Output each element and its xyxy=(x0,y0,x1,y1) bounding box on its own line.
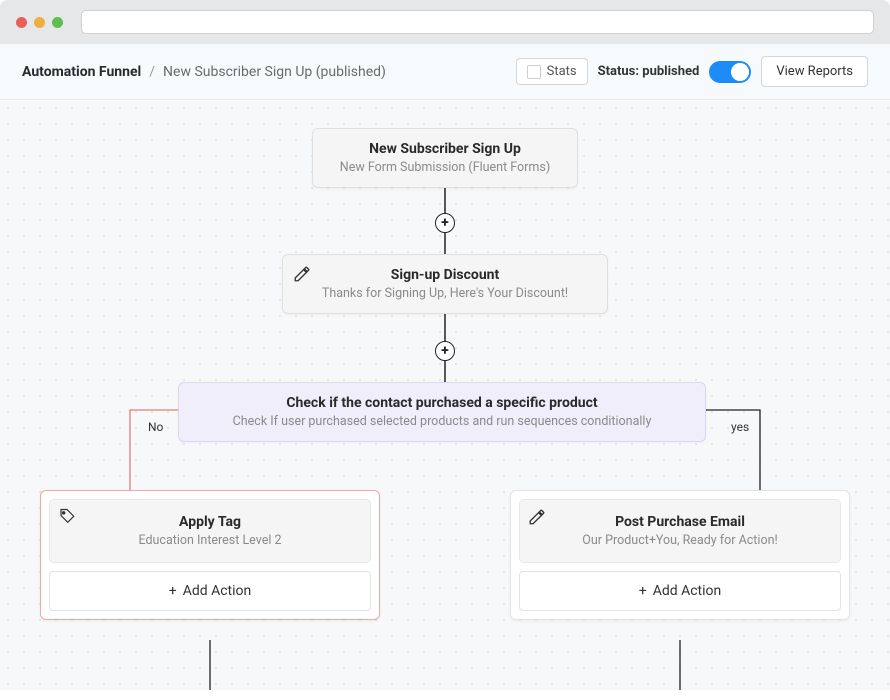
breadcrumb-root[interactable]: Automation Funnel xyxy=(22,64,141,80)
branch-label-yes: yes xyxy=(731,420,749,434)
stats-toggle[interactable]: Stats xyxy=(516,58,588,85)
breadcrumb: Automation Funnel / New Subscriber Sign … xyxy=(22,64,386,80)
email-title: Sign-up Discount xyxy=(301,267,589,283)
tag-icon xyxy=(58,508,76,530)
trigger-node[interactable]: New Subscriber Sign Up New Form Submissi… xyxy=(312,128,578,188)
email-subtitle: Thanks for Signing Up, Here's Your Disco… xyxy=(301,286,589,301)
publish-toggle[interactable] xyxy=(709,61,751,83)
add-step-button-2[interactable]: + xyxy=(435,341,455,361)
maximize-window-icon[interactable] xyxy=(52,17,63,28)
view-reports-button[interactable]: View Reports xyxy=(761,56,868,87)
plus-icon: + xyxy=(639,583,647,599)
condition-subtitle: Check If user purchased selected product… xyxy=(197,414,687,429)
edit-email-icon xyxy=(528,508,546,530)
add-step-button-1[interactable]: + xyxy=(435,213,455,233)
trigger-title: New Subscriber Sign Up xyxy=(331,141,559,157)
post-purchase-email-node[interactable]: Post Purchase Email Our Product+You, Rea… xyxy=(519,499,841,563)
breadcrumb-current: New Subscriber Sign Up (published) xyxy=(163,64,386,80)
close-window-icon[interactable] xyxy=(16,17,27,28)
no-branch-container: Apply Tag Education Interest Level 2 + A… xyxy=(40,490,380,620)
stats-checkbox-icon[interactable] xyxy=(527,65,541,79)
toggle-knob-icon xyxy=(731,63,749,81)
status-label: Status: published xyxy=(598,64,700,79)
add-action-button-right[interactable]: + Add Action xyxy=(519,571,841,611)
apply-tag-subtitle: Education Interest Level 2 xyxy=(64,533,356,548)
condition-title: Check if the contact purchased a specifi… xyxy=(197,395,687,411)
condition-node[interactable]: Check if the contact purchased a specifi… xyxy=(178,382,706,442)
apply-tag-title: Apply Tag xyxy=(64,514,356,530)
page-header: Automation Funnel / New Subscriber Sign … xyxy=(0,44,890,100)
breadcrumb-separator: / xyxy=(149,64,155,80)
yes-branch-container: Post Purchase Email Our Product+You, Rea… xyxy=(510,490,850,620)
trigger-subtitle: New Form Submission (Fluent Forms) xyxy=(331,160,559,175)
edit-email-icon xyxy=(293,265,311,287)
window-controls xyxy=(16,17,63,28)
post-purchase-title: Post Purchase Email xyxy=(534,514,826,530)
plus-icon: + xyxy=(169,583,177,599)
header-actions: Stats Status: published View Reports xyxy=(516,56,868,87)
flow-canvas[interactable]: New Subscriber Sign Up New Form Submissi… xyxy=(0,100,890,690)
add-action-button-left[interactable]: + Add Action xyxy=(49,571,371,611)
apply-tag-node[interactable]: Apply Tag Education Interest Level 2 xyxy=(49,499,371,563)
branch-label-no: No xyxy=(148,420,163,434)
email-node[interactable]: Sign-up Discount Thanks for Signing Up, … xyxy=(282,254,608,314)
url-bar[interactable] xyxy=(81,10,874,34)
minimize-window-icon[interactable] xyxy=(34,17,45,28)
stats-label: Stats xyxy=(547,64,577,79)
browser-chrome xyxy=(0,0,890,44)
post-purchase-subtitle: Our Product+You, Ready for Action! xyxy=(534,533,826,548)
